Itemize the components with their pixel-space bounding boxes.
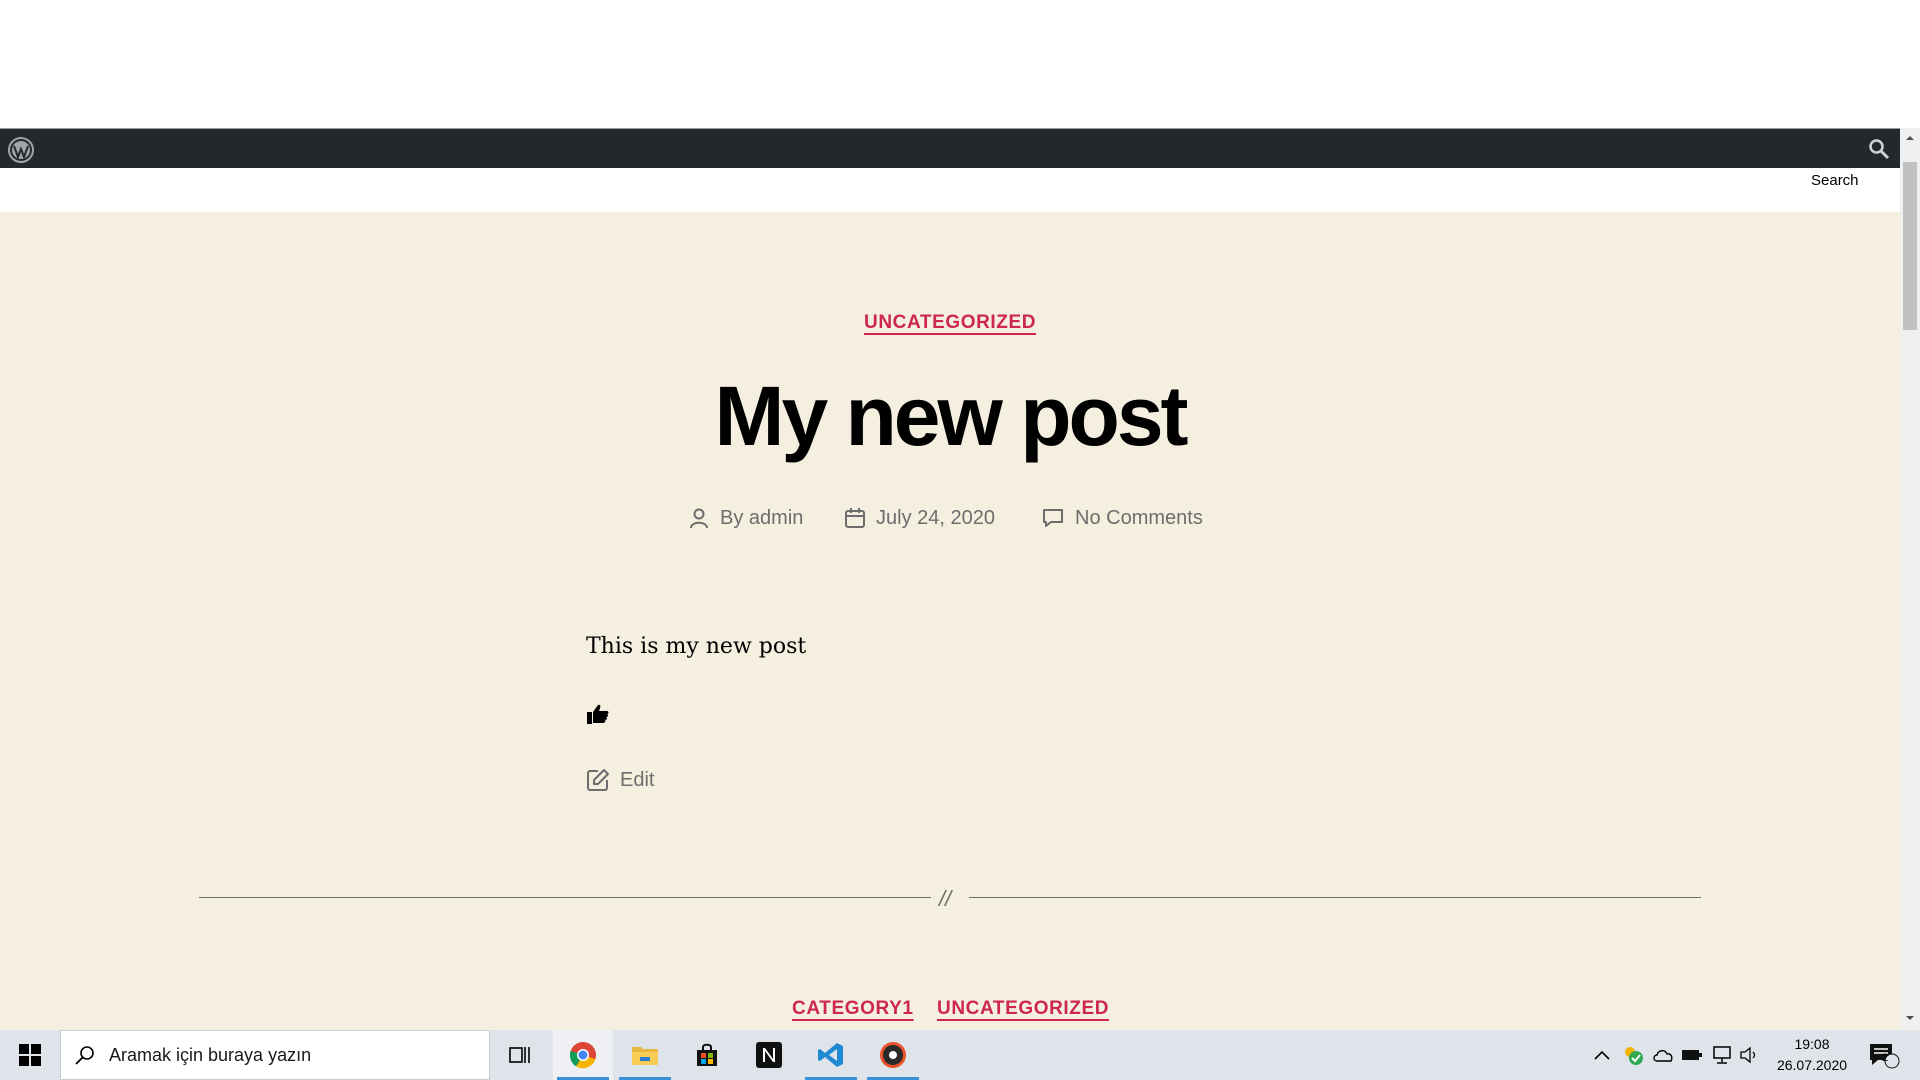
taskbar-media-player[interactable] [863,1030,923,1080]
task-view-button[interactable] [490,1030,550,1080]
file-explorer-icon [632,1047,658,1065]
tray-onedrive[interactable] [1651,1043,1675,1067]
separator-mark: // [939,886,952,911]
separator-line-right [969,897,1701,898]
store-icon [697,1043,717,1066]
tray-volume[interactable] [1738,1043,1762,1067]
search-icon[interactable] [1868,138,1890,160]
post-date: July 24, 2020 [844,504,995,532]
search-icon [75,1046,94,1065]
separator-line-left [199,897,931,898]
edit-icon [587,769,609,791]
taskbar-file-explorer[interactable] [615,1030,675,1080]
scrollbar-thumb[interactable] [1903,162,1917,330]
post-body-text: This is my new post [586,634,807,659]
site-header [0,168,1900,212]
post-comments: No Comments [1041,504,1203,532]
thumbs-up-icon [587,704,609,724]
media-player-icon [880,1042,906,1068]
chrome-icon [569,1042,596,1069]
notification-count: 2 [1882,1052,1889,1064]
tray-network[interactable] [1710,1043,1734,1067]
taskbar-chrome[interactable] [553,1030,613,1080]
taskbar-clock[interactable]: 19:08 26.07.2020 [1772,1034,1852,1076]
clock-date: 26.07.2020 [1776,1057,1848,1073]
edit-link[interactable]: Edit [620,769,654,792]
tray-battery[interactable] [1680,1043,1704,1067]
post-category-link[interactable]: UNCATEGORIZED [864,312,1036,334]
header-search-toggle[interactable]: Search [1811,172,1859,189]
notion-icon [756,1042,782,1068]
comment-icon [1043,509,1063,527]
taskbar-search-box[interactable] [60,1030,490,1080]
show-hidden-icons-button[interactable] [1590,1043,1614,1067]
post-separator: // [199,886,1701,911]
security-check-icon [1625,1047,1643,1065]
clock-time: 19:08 [1794,1036,1830,1052]
user-icon [690,508,708,529]
browser-blank-area [0,0,1900,128]
screen: Search UNCATEGORIZED My new post By admi… [0,0,1920,1080]
wp-admin-bar [0,128,1900,168]
page-scrollbar[interactable] [1900,128,1920,1030]
next-post-category-link[interactable]: CATEGORY1 [792,998,914,1020]
vscode-icon [818,1043,843,1067]
speaker-icon [1740,1046,1756,1064]
author-link[interactable]: admin [749,507,803,530]
post-date-link[interactable]: July 24, 2020 [876,507,995,530]
tray-security-status[interactable] [1621,1043,1645,1067]
post-author: By admin [688,504,803,532]
cloud-icon [1653,1050,1673,1062]
comments-link[interactable]: No Comments [1075,507,1203,530]
taskbar-search-input[interactable] [109,1044,469,1066]
author-prefix: By [720,506,744,529]
network-icon [1713,1046,1731,1064]
taskbar-notion[interactable] [739,1030,799,1080]
task-view-icon [509,1047,530,1063]
calendar-icon [845,508,865,528]
post-edit: Edit [586,768,654,792]
scroll-up-arrow-icon[interactable] [1904,132,1916,144]
start-button[interactable] [0,1030,60,1080]
next-post-category-link[interactable]: UNCATEGORIZED [937,998,1109,1020]
chevron-up-icon [1594,1050,1610,1060]
wordpress-logo-icon[interactable] [8,137,34,163]
windows-logo-icon [19,1044,41,1066]
taskbar: 19:08 26.07.2020 2 [0,1030,1920,1080]
battery-icon [1682,1050,1702,1060]
post-title: My new post [714,369,1188,463]
taskbar-vscode[interactable] [801,1030,861,1080]
scroll-down-arrow-icon[interactable] [1904,1012,1916,1024]
taskbar-store[interactable] [677,1030,737,1080]
